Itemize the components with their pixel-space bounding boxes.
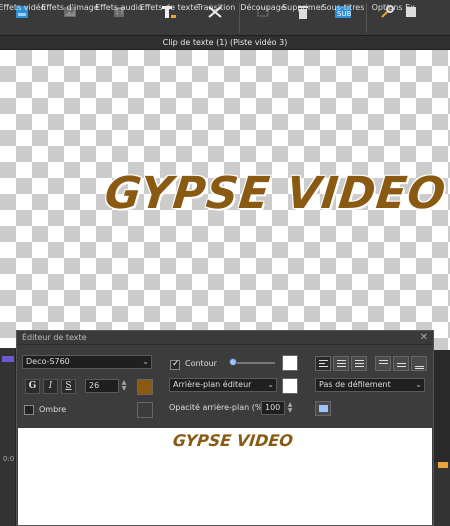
opacity-input[interactable]: 100 ▲ ▼	[261, 401, 292, 415]
contour-color-swatch[interactable]	[282, 355, 298, 371]
main-toolbar: Effets vidéo Effets d'image Effets audio…	[0, 0, 450, 36]
text-editor-dialog: Éditeur de texte ✕ Deco-S760 ⌄ G I S 26 …	[16, 330, 434, 526]
text-effects-button[interactable]: Effets de texte	[140, 0, 198, 36]
font-select[interactable]: Deco-S760 ⌄	[22, 355, 152, 369]
contour-slider[interactable]	[232, 362, 275, 364]
opacity-value: 100	[265, 403, 281, 412]
checkmark-icon: ✓	[172, 359, 180, 369]
shadow-checkbox[interactable]	[24, 405, 34, 415]
bold-button[interactable]: G	[25, 379, 40, 394]
align-center-button[interactable]	[333, 356, 349, 371]
clip-title: Clip de texte (1) (Piste vidéo 3)	[0, 36, 450, 50]
subtitles-button[interactable]: SUB Sous-titres	[322, 0, 364, 36]
export-button[interactable]: Ex	[404, 0, 416, 36]
font-size-value: 26	[89, 381, 100, 390]
audio-effects-button[interactable]: Effets audio	[95, 0, 143, 36]
timeline-track-headers	[0, 348, 16, 526]
delete-button[interactable]: Supprimer	[282, 0, 324, 36]
align-right-button[interactable]	[351, 356, 367, 371]
shadow-color-swatch[interactable]	[137, 402, 153, 418]
contour-checkbox[interactable]: ✓	[170, 359, 180, 370]
preview-text[interactable]: GYPSE VIDEO	[172, 431, 294, 450]
preview-canvas[interactable]: GYPSE VIDEO	[0, 50, 450, 350]
font-value: Deco-S760	[26, 357, 70, 366]
toolbar-separator	[366, 3, 367, 33]
text-color-swatch[interactable]	[137, 379, 153, 395]
image-effects-button[interactable]: Effets d'image	[41, 0, 99, 36]
timeline-clip-marker	[438, 462, 448, 468]
canvas-text[interactable]: GYPSE VIDEO	[102, 168, 448, 219]
valign-top-button[interactable]	[375, 356, 391, 371]
scroll-value: Pas de défilement	[319, 380, 391, 389]
image-icon	[319, 405, 328, 412]
shadow-label: Ombre	[39, 405, 67, 414]
spinner-arrows-icon[interactable]: ▲ ▼	[120, 380, 128, 394]
dialog-titlebar: Éditeur de texte ✕	[17, 331, 433, 345]
scroll-select[interactable]: Pas de défilement ⌄	[315, 378, 425, 392]
background-image-button[interactable]	[315, 401, 331, 416]
background-value: Arrière-plan éditeur	[173, 380, 252, 389]
timeline-time: 0:0	[3, 455, 15, 463]
chevron-down-icon: ⌄	[267, 380, 274, 389]
opacity-label: Opacité arrière-plan (%):	[169, 403, 269, 412]
spinner-arrows-icon[interactable]: ▲ ▼	[286, 402, 294, 416]
contour-slider-handle[interactable]	[229, 358, 237, 366]
contour-label: Contour	[185, 359, 217, 368]
text-preview[interactable]: GYPSE VIDEO	[18, 428, 432, 525]
background-color-swatch[interactable]	[282, 378, 298, 394]
valign-bottom-button[interactable]	[411, 356, 427, 371]
split-button[interactable]: Découpage	[240, 0, 286, 36]
italic-button[interactable]: I	[43, 379, 58, 394]
strikethrough-button[interactable]: S	[61, 379, 76, 394]
valign-middle-button[interactable]	[393, 356, 409, 371]
timeline-marker	[2, 356, 14, 362]
video-effects-button[interactable]: Effets vidéo	[0, 0, 46, 36]
timeline-right-strip	[434, 462, 450, 526]
dialog-title: Éditeur de texte	[22, 333, 87, 342]
transition-button[interactable]: Transition	[196, 0, 236, 36]
close-icon[interactable]: ✕	[420, 331, 428, 345]
chevron-down-icon: ⌄	[142, 357, 149, 366]
chevron-down-icon: ⌄	[415, 380, 422, 389]
background-select[interactable]: Arrière-plan éditeur ⌄	[169, 378, 277, 392]
options-button[interactable]: Options	[370, 0, 404, 36]
align-left-button[interactable]	[315, 356, 331, 371]
font-size-input[interactable]: 26 ▲ ▼	[85, 379, 126, 393]
